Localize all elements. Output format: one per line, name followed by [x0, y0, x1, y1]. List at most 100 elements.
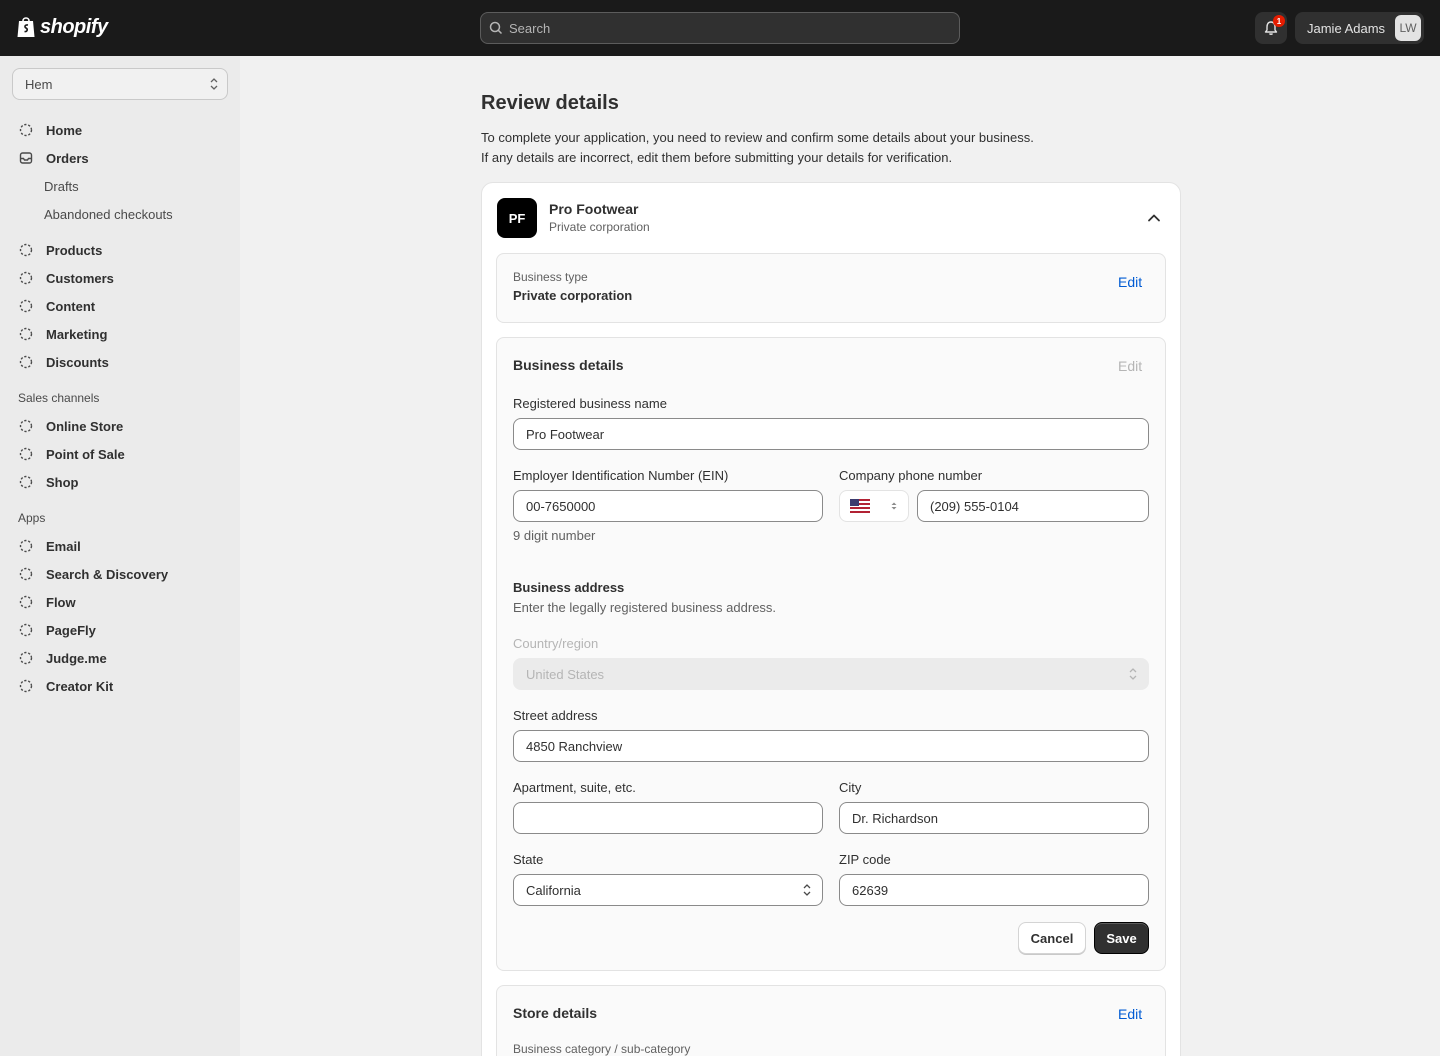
placeholder-circle-icon [18, 594, 34, 610]
sidebar-item-label: Online Store [46, 418, 124, 434]
placeholder-circle-icon [18, 326, 34, 342]
company-name: Pro Footwear [549, 201, 639, 217]
city-label: City [839, 780, 862, 795]
business-type-value: Private corporation [513, 288, 633, 303]
business-type-edit-link[interactable]: Edit [1118, 274, 1142, 290]
store-selector[interactable]: Hem [12, 68, 228, 100]
notifications-button[interactable]: 1 [1255, 12, 1287, 44]
sidebar-item-marketing[interactable]: Marketing [18, 324, 107, 344]
user-name: Jamie Adams [1307, 20, 1386, 36]
apartment-label: Apartment, suite, etc. [513, 780, 636, 795]
search-placeholder: Search [509, 20, 551, 36]
page-title: Review details [481, 92, 619, 114]
phone-input[interactable]: (209) 555-0104 [917, 490, 1149, 522]
sidebar-item-label: Abandoned checkouts [44, 206, 173, 222]
country-code-select[interactable] [839, 490, 909, 522]
store-details-edit-link[interactable]: Edit [1118, 1006, 1142, 1022]
placeholder-circle-icon [18, 354, 34, 370]
state-value: California [526, 882, 581, 898]
sidebar-item-pagefly[interactable]: PageFly [18, 620, 96, 640]
sidebar-item-customers[interactable]: Customers [18, 268, 114, 288]
ein-input[interactable]: 00-7650000 [513, 490, 823, 522]
shopify-logo[interactable]: shopify [16, 15, 108, 39]
store-name: Hem [25, 76, 53, 92]
cancel-button[interactable]: Cancel [1018, 922, 1086, 954]
us-flag-icon [850, 499, 870, 513]
apartment-input[interactable] [513, 802, 823, 834]
sidebar-item-email[interactable]: Email [18, 536, 81, 556]
top-bar: shopify Search 1 Jamie Adams LW [0, 0, 1440, 56]
business-category-label: Business category / sub-category [513, 1042, 691, 1056]
sales-channels-heading: Sales channels [18, 391, 100, 405]
placeholder-circle-icon [18, 538, 34, 554]
sidebar-item-label: Point of Sale [46, 446, 125, 462]
placeholder-circle-icon [18, 122, 34, 138]
sidebar-item-label: Home [46, 122, 83, 138]
chevron-up-down-icon [891, 502, 897, 510]
ein-label: Employer Identification Number (EIN) [513, 468, 729, 483]
sidebar-item-creator-kit[interactable]: Creator Kit [18, 676, 113, 696]
placeholder-circle-icon [18, 622, 34, 638]
registered-name-value: Pro Footwear [526, 426, 605, 442]
placeholder-circle-icon [18, 242, 34, 258]
chevron-up-down-icon [803, 884, 811, 896]
search-input[interactable]: Search [480, 12, 960, 44]
sidebar-item-label: Discounts [46, 354, 109, 370]
sidebar-item-point-of-sale[interactable]: Point of Sale [18, 444, 125, 464]
intro-line-2: If any details are incorrect, edit them … [481, 150, 953, 165]
shopify-bag-icon [17, 17, 35, 37]
placeholder-circle-icon [18, 270, 34, 286]
sidebar-item-label: Orders [46, 150, 89, 166]
placeholder-circle-icon [18, 650, 34, 666]
placeholder-circle-icon [18, 566, 34, 582]
business-type-label: Business type [513, 270, 588, 284]
country-value: United States [526, 666, 605, 682]
placeholder-circle-icon [18, 474, 34, 490]
sidebar-item-label: Creator Kit [46, 678, 114, 694]
sidebar-item-home[interactable]: Home [18, 120, 82, 140]
notification-badge: 1 [1273, 15, 1285, 27]
sidebar-item-label: PageFly [46, 622, 96, 638]
country-label: Country/region [513, 636, 599, 651]
street-input[interactable]: 4850 Ranchview [513, 730, 1149, 762]
sidebar-item-label: Marketing [46, 326, 108, 342]
sidebar-item-search-discovery[interactable]: Search & Discovery [18, 564, 168, 584]
sidebar-item-flow[interactable]: Flow [18, 592, 76, 612]
inbox-icon [18, 150, 34, 166]
sidebar-item-orders[interactable]: Orders [18, 148, 89, 168]
business-details-edit-link[interactable]: Edit [1118, 358, 1142, 374]
user-menu-button[interactable]: Jamie Adams LW [1295, 12, 1424, 44]
chevron-up-down-icon [210, 78, 218, 90]
sidebar-item-content[interactable]: Content [18, 296, 95, 316]
business-address-title: Business address [513, 580, 625, 595]
sidebar-item-discounts[interactable]: Discounts [18, 352, 109, 372]
zip-label: ZIP code [839, 852, 891, 867]
registered-name-input[interactable]: Pro Footwear [513, 418, 1149, 450]
sidebar-item-online-store[interactable]: Online Store [18, 416, 123, 436]
sidebar-item-judge-me[interactable]: Judge.me [18, 648, 107, 668]
avatar: LW [1395, 15, 1421, 41]
state-select[interactable]: California [513, 874, 823, 906]
chevron-up-icon[interactable] [1146, 210, 1162, 226]
city-value: Dr. Richardson [852, 810, 938, 826]
placeholder-circle-icon [18, 298, 34, 314]
ein-help-text: 9 digit number [513, 528, 596, 543]
sidebar-item-shop[interactable]: Shop [18, 472, 79, 492]
save-button[interactable]: Save [1094, 922, 1149, 954]
sidebar-subitem-drafts[interactable]: Drafts [44, 176, 79, 196]
sidebar-item-label: Search & Discovery [46, 566, 169, 582]
sidebar-item-label: Content [46, 298, 96, 314]
city-input[interactable]: Dr. Richardson [839, 802, 1149, 834]
phone-value: (209) 555-0104 [930, 498, 1019, 514]
sidebar-item-products[interactable]: Products [18, 240, 102, 260]
zip-input[interactable]: 62639 [839, 874, 1149, 906]
sidebar-subitem-abandoned-checkouts[interactable]: Abandoned checkouts [44, 204, 173, 224]
intro-line-1: To complete your application, you need t… [481, 130, 1034, 145]
apps-heading: Apps [18, 511, 46, 525]
company-type: Private corporation [549, 220, 650, 234]
sidebar-item-label: Flow [46, 594, 76, 610]
registered-name-label: Registered business name [513, 396, 667, 411]
sidebar-item-label: Drafts [44, 178, 79, 194]
search-icon [489, 21, 503, 35]
sidebar-item-label: Customers [46, 270, 114, 286]
